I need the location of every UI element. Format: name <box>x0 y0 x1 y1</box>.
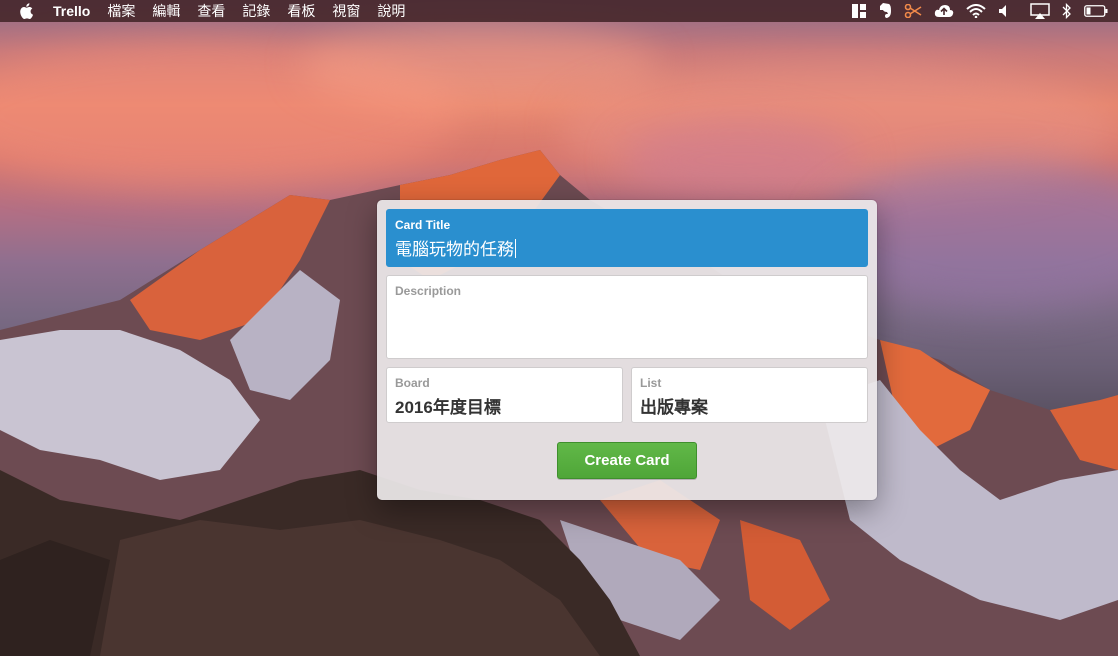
menu-bar: Trello 檔案 編輯 查看 記錄 看板 視窗 說明 <box>0 0 1118 22</box>
menu-app-name[interactable]: Trello <box>53 0 90 22</box>
description-field[interactable]: Description <box>386 275 868 359</box>
board-value: 2016年度目標 <box>395 398 501 417</box>
card-title-input[interactable]: 電腦玩物的任務 <box>395 235 516 260</box>
quick-add-card-window: Card Title 電腦玩物的任務 Description Board 201… <box>377 200 877 500</box>
card-title-value: 電腦玩物的任務 <box>395 240 514 259</box>
evernote-icon[interactable] <box>878 3 892 19</box>
grid-icon[interactable] <box>852 4 866 18</box>
create-card-button[interactable]: Create Card <box>557 442 697 479</box>
board-label: Board <box>395 376 430 390</box>
list-select[interactable]: List 出版專案 <box>631 367 868 423</box>
cloud-upload-icon[interactable] <box>934 4 954 18</box>
scissors-icon[interactable] <box>904 4 922 18</box>
text-caret <box>515 239 516 258</box>
card-title-field[interactable]: Card Title 電腦玩物的任務 <box>386 209 868 267</box>
board-select[interactable]: Board 2016年度目標 <box>386 367 623 423</box>
desktop: Trello 檔案 編輯 查看 記錄 看板 視窗 說明 Card Title 電… <box>0 0 1118 656</box>
list-value: 出版專案 <box>640 398 708 417</box>
menu-help[interactable]: 說明 <box>377 0 405 22</box>
volume-icon[interactable] <box>998 4 1010 18</box>
menu-edit[interactable]: 編輯 <box>152 0 180 22</box>
wifi-icon[interactable] <box>966 4 986 18</box>
bluetooth-icon[interactable] <box>1062 3 1072 19</box>
battery-icon[interactable] <box>1084 5 1108 17</box>
menu-history[interactable]: 記錄 <box>242 0 270 22</box>
card-title-label: Card Title <box>395 218 451 232</box>
description-label: Description <box>395 284 462 298</box>
menu-window[interactable]: 視窗 <box>332 0 360 22</box>
status-menu-area <box>840 0 1108 22</box>
apple-logo-icon[interactable] <box>19 3 35 19</box>
menu-board[interactable]: 看板 <box>287 0 315 22</box>
list-label: List <box>640 376 662 390</box>
menu-view[interactable]: 查看 <box>197 0 225 22</box>
airplay-icon[interactable] <box>1030 3 1050 19</box>
foreground-rocks <box>0 540 110 656</box>
menu-file[interactable]: 檔案 <box>107 0 135 22</box>
